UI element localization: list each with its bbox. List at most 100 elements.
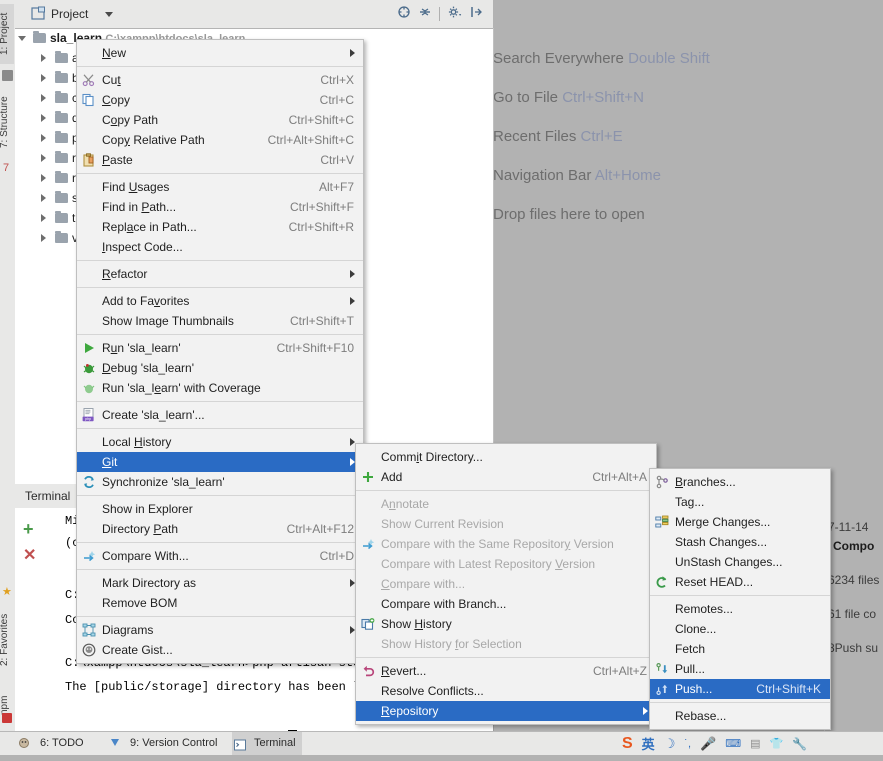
menu-item-label: Run 'sla_learn': [102, 341, 181, 355]
repo-item-merge-changes[interactable]: Merge Changes...: [650, 512, 830, 532]
sidebar-tab-project[interactable]: 1: Project: [0, 4, 14, 64]
target-icon[interactable]: [397, 5, 411, 22]
repo-item-push[interactable]: Push... Ctrl+Shift+K: [650, 679, 830, 699]
menu-item-run-sla-learn-with-coverage[interactable]: Run 'sla_learn' with Coverage: [77, 378, 363, 398]
chevron-down-icon[interactable]: [105, 12, 113, 17]
menu-item-find-usages[interactable]: Find Usages Alt+F7: [77, 177, 363, 197]
tree-expand-arrow-icon[interactable]: [41, 54, 46, 62]
status-tab-version-control[interactable]: 9: Version Control: [110, 732, 223, 755]
menu-item-directory-path[interactable]: Directory Path Ctrl+Alt+F12: [77, 519, 363, 539]
menu-item-copy-path[interactable]: Copy Path Ctrl+Shift+C: [77, 110, 363, 130]
sidebar-tab-structure[interactable]: 7: Structure: [0, 86, 14, 158]
pull-icon: [655, 662, 669, 676]
git-item-show-history-for-selection: Show History for Selection: [356, 634, 656, 654]
git-item-compare-with-branch[interactable]: Compare with Branch...: [356, 594, 656, 614]
git-item-show-history[interactable]: Show History: [356, 614, 656, 634]
menu-item-accelerator: Ctrl+Shift+F10: [276, 341, 354, 355]
punctuation-icon[interactable]: ˙,: [684, 738, 691, 750]
tree-expand-arrow-icon[interactable]: [41, 174, 46, 182]
menu-item-add-to-favorites[interactable]: Add to Favorites: [77, 291, 363, 311]
repo-item-remotes[interactable]: Remotes...: [650, 599, 830, 619]
menu-item-show-in-explorer[interactable]: Show in Explorer: [77, 499, 363, 519]
git-item-show-current-revision: Show Current Revision: [356, 514, 656, 534]
wrench-icon[interactable]: 🔧: [792, 737, 807, 751]
keyboard-icon[interactable]: ⌨: [725, 737, 741, 750]
menu-item-replace-in-path[interactable]: Replace in Path... Ctrl+Shift+R: [77, 217, 363, 237]
push-icon: [655, 682, 669, 696]
menu-item-synchronize-sla-learn[interactable]: Synchronize 'sla_learn': [77, 472, 363, 492]
skin-icon[interactable]: 👕: [770, 737, 784, 750]
menu-item-cut[interactable]: Cut Ctrl+X: [77, 70, 363, 90]
menu-item-label: Reset HEAD...: [675, 575, 754, 589]
status-tab-terminal[interactable]: Terminal: [232, 732, 302, 755]
repo-item-tag[interactable]: Tag...: [650, 492, 830, 512]
tree-expand-arrow-icon[interactable]: [41, 194, 46, 202]
microphone-icon[interactable]: 🎤: [700, 736, 716, 752]
status-tab-todo[interactable]: 6: TODO: [19, 732, 90, 755]
menu-item-local-history[interactable]: Local History: [77, 432, 363, 452]
menu-item-label: Merge Changes...: [675, 515, 771, 529]
menu-item-diagrams[interactable]: Diagrams: [77, 620, 363, 640]
menu-item-show-image-thumbnails[interactable]: Show Image Thumbnails Ctrl+Shift+T: [77, 311, 363, 331]
repository-submenu[interactable]: Branches... Tag... Merge Changes... Stash C…: [649, 468, 831, 730]
repo-item-clone[interactable]: Clone...: [650, 619, 830, 639]
structure-marker-icon: 7: [3, 162, 10, 174]
moon-icon[interactable]: ☽: [664, 736, 676, 752]
project-context-menu[interactable]: New Cut Ctrl+X Copy Ctrl+C Copy Path Ctrl+Shif…: [76, 39, 364, 664]
plus-icon[interactable]: +: [23, 520, 34, 538]
git-item-add[interactable]: Add Ctrl+Alt+A: [356, 467, 656, 487]
menu-item-remove-bom[interactable]: Remove BOM: [77, 593, 363, 613]
repo-item-pull[interactable]: Pull...: [650, 659, 830, 679]
menu-item-create-gist[interactable]: Create Gist...: [77, 640, 363, 660]
close-icon[interactable]: ✕: [23, 548, 36, 564]
menu-item-label: Compare With...: [102, 549, 189, 563]
tree-expand-arrow-icon[interactable]: [41, 214, 46, 222]
menu-item-paste[interactable]: Paste Ctrl+V: [77, 150, 363, 170]
tree-expand-arrow-icon[interactable]: [41, 154, 46, 162]
menu-item-new[interactable]: New: [77, 43, 363, 63]
git-item-commit-directory[interactable]: Commit Directory...: [356, 447, 656, 467]
menu-item-find-in-path[interactable]: Find in Path... Ctrl+Shift+F: [77, 197, 363, 217]
menu-item-copy[interactable]: Copy Ctrl+C: [77, 90, 363, 110]
hint-label: Search Everywhere: [493, 50, 624, 67]
terminal-tab-label[interactable]: Terminal: [25, 489, 70, 503]
tree-expand-arrow-icon[interactable]: [41, 74, 46, 82]
menu-item-label: Show Current Revision: [381, 517, 504, 531]
repo-item-branches[interactable]: Branches...: [650, 472, 830, 492]
collapse-all-icon[interactable]: [418, 5, 432, 22]
menu-item-mark-directory-as[interactable]: Mark Directory as: [77, 573, 363, 593]
git-item-repository[interactable]: Repository: [356, 701, 656, 721]
sidebar-tab-favorites[interactable]: 2: Favorites: [0, 600, 14, 680]
chinese-mode-icon[interactable]: 英: [642, 734, 655, 753]
menu-item-label: Create Gist...: [102, 643, 173, 657]
git-item-resolve-conflicts[interactable]: Resolve Conflicts...: [356, 681, 656, 701]
repo-item-unstash-changes[interactable]: UnStash Changes...: [650, 552, 830, 572]
repo-item-stash-changes[interactable]: Stash Changes...: [650, 532, 830, 552]
tree-collapse-arrow-icon[interactable]: [18, 36, 26, 41]
menu-item-run-sla-learn[interactable]: Run 'sla_learn' Ctrl+Shift+F10: [77, 338, 363, 358]
tree-expand-arrow-icon[interactable]: [41, 134, 46, 142]
tree-expand-arrow-icon[interactable]: [41, 114, 46, 122]
tree-expand-arrow-icon[interactable]: [41, 234, 46, 242]
repo-item-fetch[interactable]: Fetch: [650, 639, 830, 659]
sogou-logo-icon[interactable]: S: [622, 735, 633, 753]
menu-item-debug-sla-learn[interactable]: Debug 'sla_learn': [77, 358, 363, 378]
ime-toolbar[interactable]: S 英 ☽ ˙, 🎤 ⌨ ▤ 👕 🔧: [622, 734, 807, 753]
gear-icon[interactable]: [447, 5, 462, 22]
repo-item-reset-head[interactable]: Reset HEAD...: [650, 572, 830, 592]
git-item-revert[interactable]: Revert... Ctrl+Alt+Z: [356, 661, 656, 681]
menu-separator: [77, 66, 363, 67]
git-submenu[interactable]: Commit Directory... Add Ctrl+Alt+A Annotate…: [355, 443, 657, 725]
menu-item-copy-relative-path[interactable]: Copy Relative Path Ctrl+Alt+Shift+C: [77, 130, 363, 150]
menu-item-git[interactable]: Git: [77, 452, 363, 472]
menu-item-label: Fetch: [675, 642, 706, 656]
menu-item-refactor[interactable]: Refactor: [77, 264, 363, 284]
repo-item-rebase[interactable]: Rebase...: [650, 706, 830, 726]
hide-icon[interactable]: [469, 5, 483, 22]
tree-node-label: t: [72, 211, 76, 225]
tree-expand-arrow-icon[interactable]: [41, 94, 46, 102]
menu-item-compare-with[interactable]: Compare With... Ctrl+D: [77, 546, 363, 566]
scan-icon[interactable]: ▤: [750, 737, 760, 750]
menu-item-inspect-code[interactable]: Inspect Code...: [77, 237, 363, 257]
menu-item-create-sla-learn[interactable]: php Create 'sla_learn'...: [77, 405, 363, 425]
